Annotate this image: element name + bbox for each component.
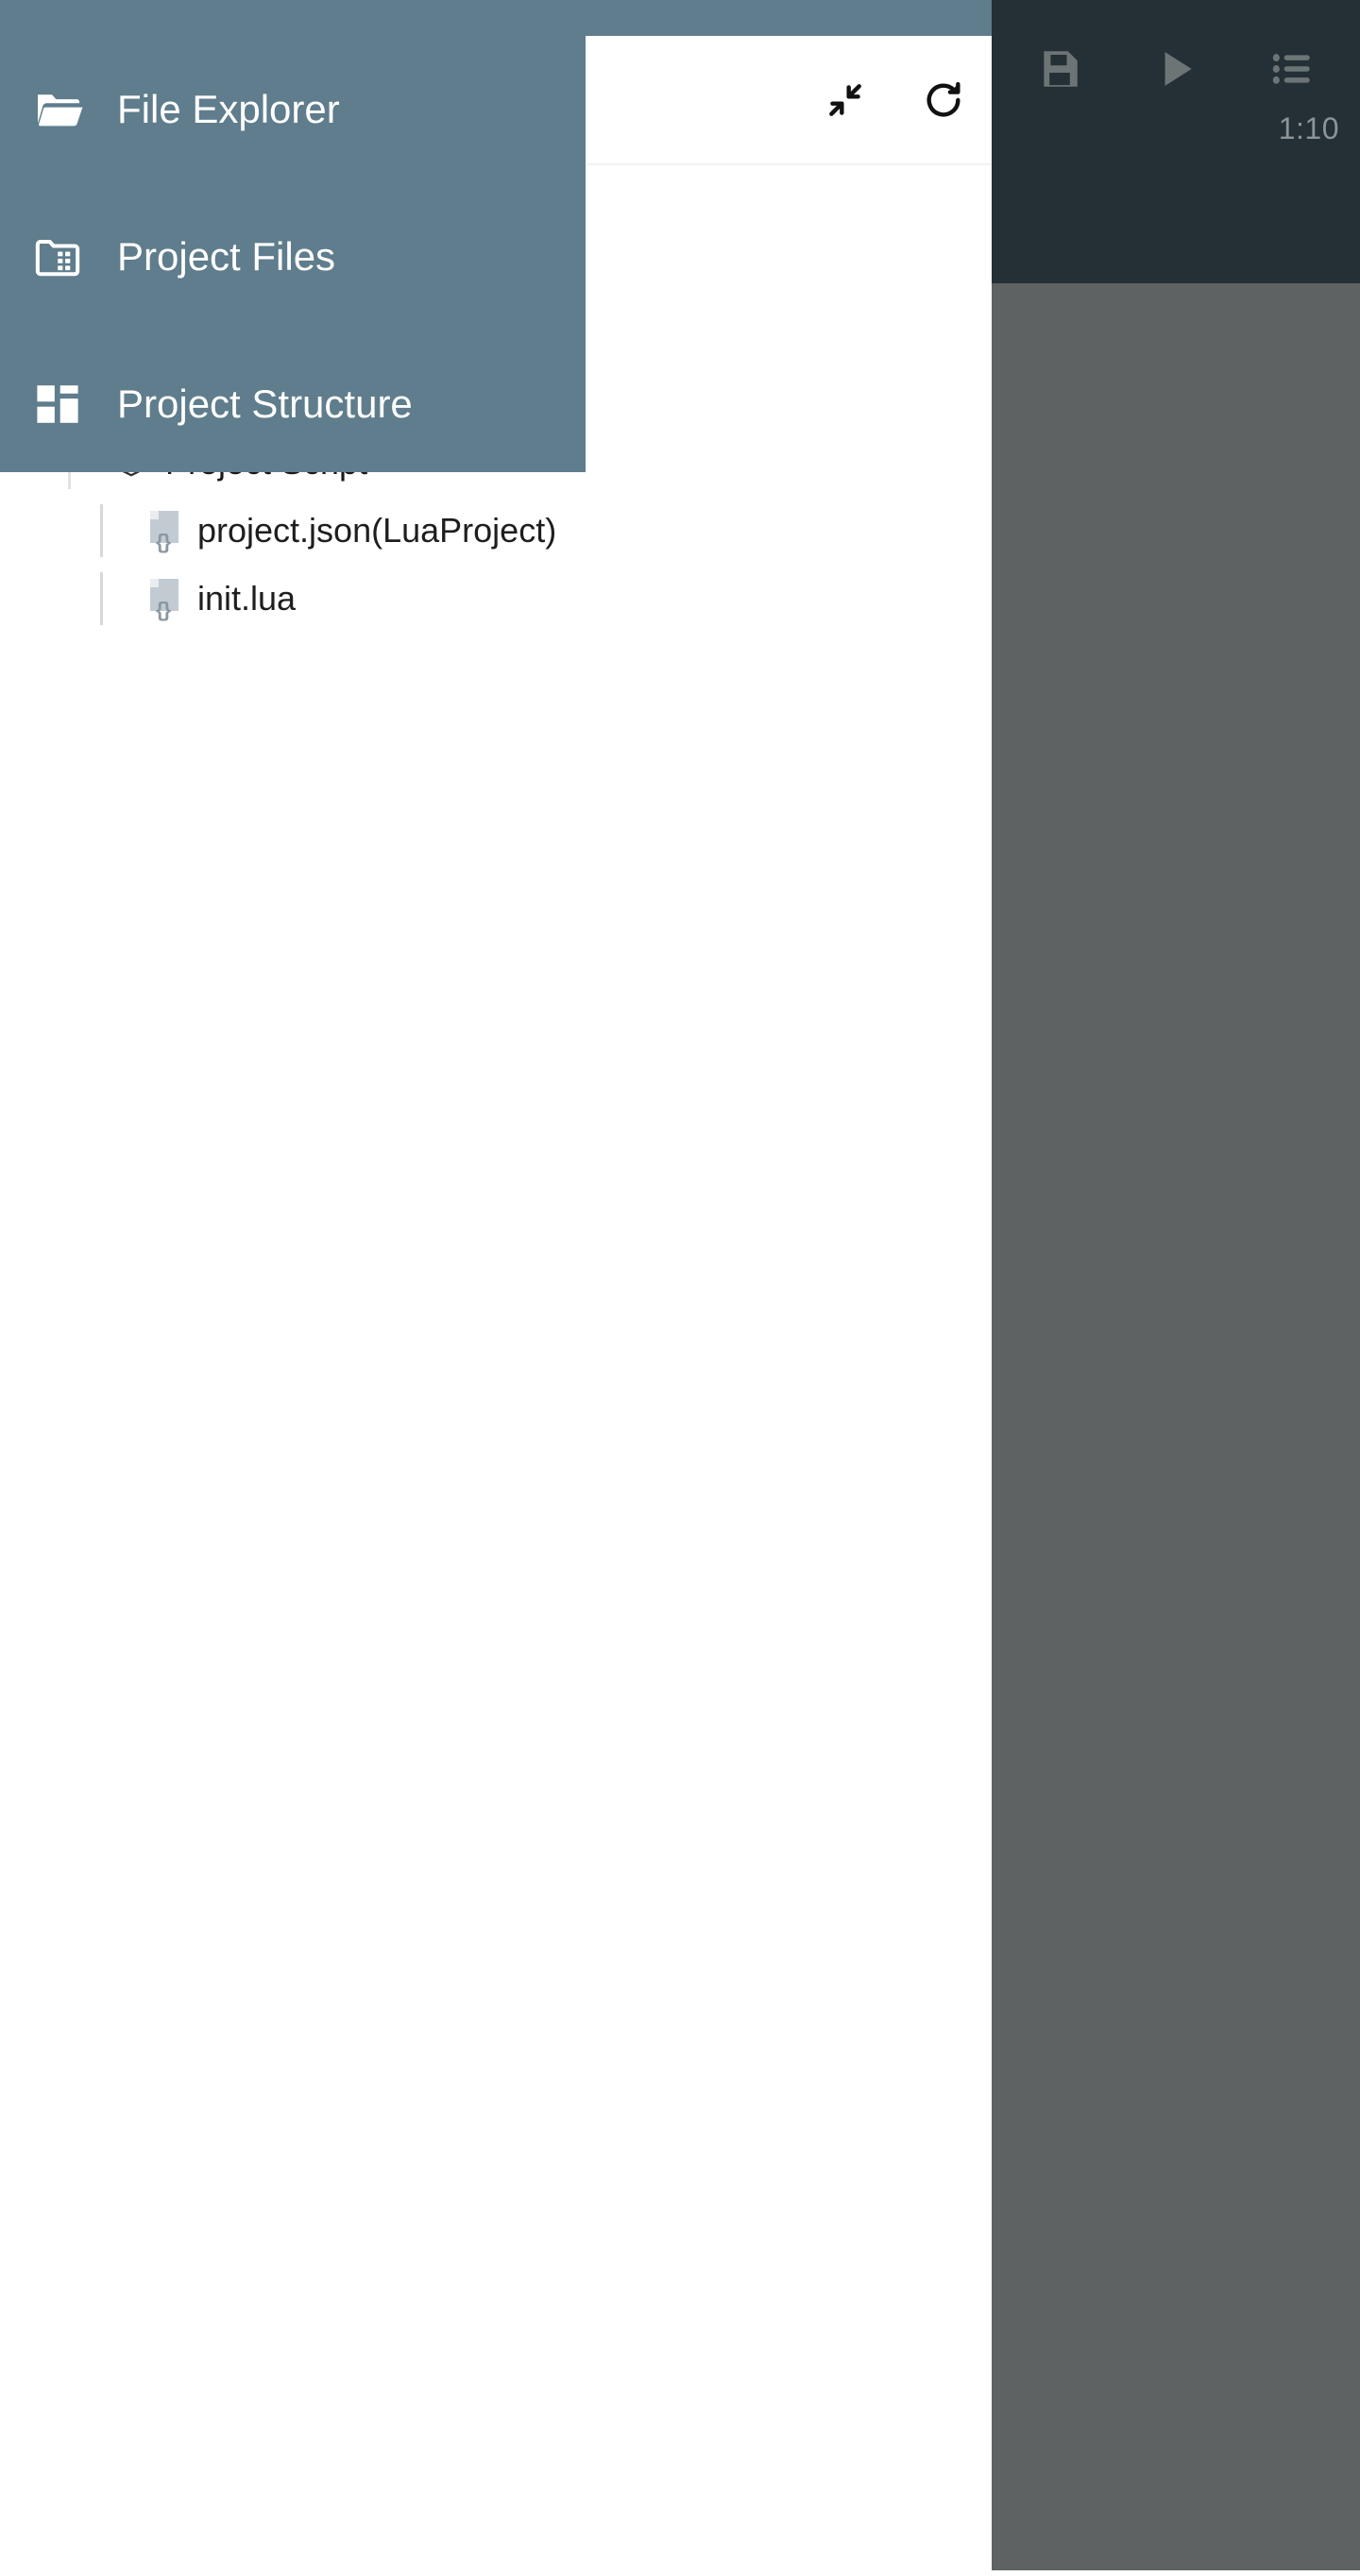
tree-item-label: init.lua <box>197 579 297 618</box>
collapse-icon[interactable] <box>824 78 867 122</box>
menu-item-label: File Explorer <box>117 87 340 131</box>
refresh-icon[interactable] <box>922 78 965 122</box>
layout-blocks-icon <box>32 379 93 430</box>
preview-panel-header: 1:10 <box>992 0 1360 283</box>
tree-guide-line <box>100 504 103 557</box>
menu-item-file-explorer[interactable]: File Explorer <box>0 36 586 183</box>
list-icon[interactable] <box>1264 41 1320 97</box>
editor-toolbar-card <box>586 36 992 163</box>
playback-time: 1:10 <box>1278 111 1339 145</box>
editor-toolbar <box>824 36 965 163</box>
json-file-icon: {} <box>135 578 194 620</box>
app-root: noProject) L init.lua L layout.aly <box>0 0 1360 2576</box>
tree-guide-line <box>100 572 103 625</box>
json-file-icon: {} <box>135 510 194 552</box>
table-row[interactable]: {} init.lua <box>0 565 992 633</box>
play-icon[interactable] <box>1148 41 1204 97</box>
menu-item-label: Project Structure <box>117 381 413 426</box>
folder-grid-icon <box>32 231 93 282</box>
table-row[interactable]: {} project.json(LuaProject) <box>0 497 992 565</box>
navigation-overlay-menu: File Explorer Project Files Project Stru… <box>0 0 586 472</box>
save-icon[interactable] <box>1031 41 1088 97</box>
preview-toolbar <box>992 26 1360 111</box>
menu-item-project-files[interactable]: Project Files <box>0 183 586 330</box>
menu-item-project-structure[interactable]: Project Structure <box>0 330 586 478</box>
menu-item-label: Project Files <box>117 234 336 279</box>
folder-open-icon <box>32 82 93 137</box>
right-preview-panel: 1:10 <box>992 0 1360 2570</box>
tree-item-label: project.json(LuaProject) <box>197 511 557 550</box>
